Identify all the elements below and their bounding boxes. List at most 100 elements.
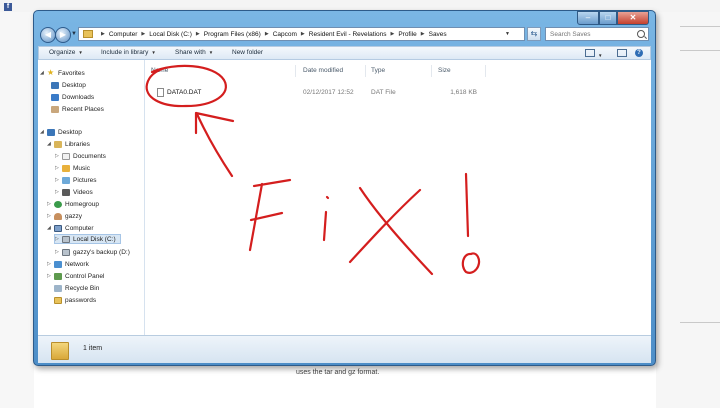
nav-downloads[interactable]: Downloads: [51, 92, 94, 102]
nav-local-disk[interactable]: ▷ Local Disk (C:): [54, 234, 121, 244]
expand-icon[interactable]: ◢: [40, 129, 46, 135]
nav-control-panel[interactable]: ▷ Control Panel: [47, 271, 104, 281]
nav-homegroup[interactable]: ▷ Homegroup: [47, 199, 99, 209]
preview-pane-button[interactable]: [617, 49, 627, 59]
search-input[interactable]: [546, 28, 644, 40]
breadcrumb-saves[interactable]: Saves: [429, 31, 447, 38]
folder-icon: [83, 30, 93, 38]
search-box[interactable]: [545, 27, 649, 41]
change-view-button[interactable]: ▼: [585, 49, 602, 59]
nav-desktop-favorite[interactable]: Desktop: [51, 80, 86, 90]
column-header-type[interactable]: Type: [371, 67, 385, 74]
chevron-down-icon: ▼: [598, 53, 603, 58]
background-caption: uses the tar and gz format.: [296, 369, 380, 376]
divider: [680, 322, 720, 323]
breadcrumb-resident-evil[interactable]: Resident Evil - Revelations: [309, 31, 387, 38]
breadcrumb-profile[interactable]: Profile: [398, 31, 416, 38]
column-header-size[interactable]: Size: [438, 67, 451, 74]
forward-button[interactable]: ▶: [55, 27, 71, 43]
share-with-button[interactable]: Share with ▼: [175, 49, 213, 56]
minimize-button[interactable]: –: [577, 11, 599, 25]
chevron-right-icon[interactable]: ▶: [390, 31, 394, 37]
drive-icon: [62, 235, 70, 243]
nav-pictures[interactable]: ▷ Pictures: [55, 175, 96, 185]
nav-label: passwords: [65, 296, 97, 304]
maximize-button[interactable]: □: [599, 11, 617, 25]
control-panel-icon: [54, 272, 62, 280]
recycle-bin-icon: [54, 284, 62, 292]
divider: [680, 26, 720, 27]
expand-icon[interactable]: ▷: [55, 177, 61, 183]
expand-icon[interactable]: ▷: [55, 165, 61, 171]
chevron-right-icon[interactable]: ▶: [421, 31, 425, 37]
expand-icon[interactable]: ◢: [47, 141, 53, 147]
close-button[interactable]: ✕: [617, 11, 649, 25]
expand-icon[interactable]: ▷: [47, 213, 53, 219]
breadcrumb-capcom[interactable]: Capcom: [273, 31, 297, 38]
chevron-right-icon[interactable]: ▶: [301, 31, 305, 37]
column-divider[interactable]: [365, 65, 366, 77]
new-folder-button[interactable]: New folder: [232, 49, 263, 56]
facebook-icon[interactable]: f: [4, 3, 12, 11]
nav-videos[interactable]: ▷ Videos: [55, 187, 93, 197]
nav-favorites[interactable]: ◢ ★ Favorites: [40, 68, 85, 78]
expand-icon[interactable]: ◢: [40, 70, 46, 76]
file-list[interactable]: Name Date modified Type Size DATA0.DAT 0…: [145, 60, 651, 335]
nav-passwords[interactable]: passwords: [54, 295, 96, 305]
recent-pages-dropdown[interactable]: ▼: [71, 31, 77, 37]
background-right-panel: [656, 12, 720, 408]
divider: [680, 50, 720, 51]
search-icon[interactable]: [637, 30, 645, 38]
chevron-right-icon[interactable]: ▶: [196, 31, 200, 37]
nav-label: Local Disk (C:): [73, 235, 116, 243]
pictures-icon: [62, 176, 70, 184]
expand-icon[interactable]: ▷: [47, 273, 53, 279]
help-button[interactable]: ?: [635, 49, 643, 57]
navigation-pane[interactable]: ◢ ★ Favorites Desktop Downloads Recent Pla…: [38, 60, 145, 335]
share-with-label: Share with: [175, 49, 206, 56]
folder-icon: [51, 342, 69, 360]
expand-icon[interactable]: ▷: [47, 261, 53, 267]
nav-libraries[interactable]: ◢ Libraries: [47, 139, 90, 149]
nav-music[interactable]: ▷ Music: [55, 163, 90, 173]
network-icon: [54, 260, 62, 268]
nav-recent-places[interactable]: Recent Places: [51, 104, 104, 114]
column-divider[interactable]: [485, 65, 486, 77]
refresh-button[interactable]: ⇆: [527, 27, 541, 41]
nav-network[interactable]: ▷ Network: [47, 259, 89, 269]
expand-icon[interactable]: ▷: [55, 236, 61, 242]
expand-icon[interactable]: ▷: [47, 201, 53, 207]
column-divider[interactable]: [431, 65, 432, 77]
chevron-right-icon[interactable]: ▶: [265, 31, 269, 37]
file-row[interactable]: DATA0.DAT 02/12/2017 12:52 DAT File 1,61…: [145, 87, 651, 99]
chevron-right-icon[interactable]: ▶: [141, 31, 145, 37]
chevron-down-icon[interactable]: ▼: [505, 31, 510, 37]
column-divider[interactable]: [295, 65, 296, 77]
item-count: 1 item: [83, 345, 103, 352]
column-header-name[interactable]: Name: [151, 67, 168, 74]
file-date-modified: 02/12/2017 12:52: [303, 89, 354, 96]
nav-recycle-bin[interactable]: Recycle Bin: [54, 283, 99, 293]
nav-gazzy[interactable]: ▷ gazzy: [47, 211, 82, 221]
nav-computer[interactable]: ◢ Computer: [47, 223, 94, 233]
expand-icon[interactable]: ▷: [55, 189, 61, 195]
expand-icon[interactable]: ▷: [55, 249, 61, 255]
include-in-library-button[interactable]: Include in library ▼: [101, 49, 156, 56]
address-bar[interactable]: ▶ Computer ▶ Local Disk (C:) ▶ Program F…: [78, 27, 525, 41]
organize-button[interactable]: Organize ▼: [49, 49, 83, 56]
breadcrumb-program-files[interactable]: Program Files (x86): [204, 31, 261, 38]
nav-backup-drive[interactable]: ▷ gazzy's backup (D:): [55, 247, 130, 257]
expand-icon[interactable]: ◢: [47, 225, 53, 231]
nav-desktop[interactable]: ◢ Desktop: [40, 127, 82, 137]
back-button[interactable]: ◀: [40, 27, 56, 43]
documents-icon: [62, 152, 70, 160]
preview-pane-icon: [617, 49, 627, 57]
chevron-right-icon[interactable]: ▶: [101, 31, 105, 37]
nav-documents[interactable]: ▷ Documents: [55, 151, 106, 161]
nav-label: Control Panel: [65, 272, 105, 280]
breadcrumb-local-disk[interactable]: Local Disk (C:): [149, 31, 192, 38]
nav-label: Pictures: [73, 176, 97, 184]
expand-icon[interactable]: ▷: [55, 153, 61, 159]
breadcrumb-computer[interactable]: Computer: [109, 31, 138, 38]
column-header-date-modified[interactable]: Date modified: [303, 67, 343, 74]
